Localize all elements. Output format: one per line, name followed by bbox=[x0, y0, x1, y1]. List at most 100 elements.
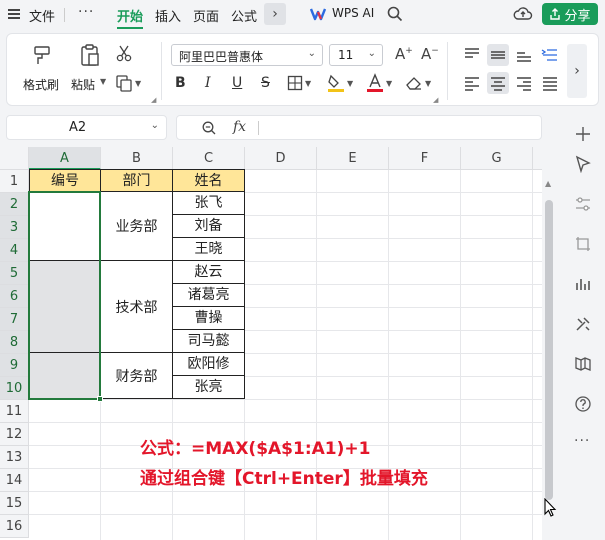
justify-button[interactable] bbox=[539, 72, 561, 94]
name-cell[interactable]: 欧阳修 bbox=[173, 353, 245, 376]
tools-icon[interactable] bbox=[574, 315, 592, 333]
row-header-3[interactable]: 3 bbox=[0, 216, 29, 239]
crop-icon[interactable] bbox=[574, 235, 592, 253]
row-header-6[interactable]: 6 bbox=[0, 285, 29, 308]
row-header-16[interactable]: 16 bbox=[0, 515, 29, 538]
more-options-icon[interactable]: ··· bbox=[574, 433, 590, 449]
name-cell[interactable]: 张飞 bbox=[173, 192, 245, 215]
chart-edit-icon[interactable] bbox=[574, 275, 592, 293]
cloud-sync-icon[interactable] bbox=[513, 5, 533, 23]
column-header-g[interactable]: G bbox=[461, 147, 533, 170]
align-top-button[interactable] bbox=[461, 44, 483, 66]
help-icon[interactable] bbox=[574, 395, 592, 413]
name-cell[interactable]: 刘备 bbox=[173, 215, 245, 238]
name-cell[interactable]: 赵云 bbox=[173, 261, 245, 284]
vertical-scrollbar[interactable]: ▲ bbox=[542, 147, 560, 540]
more-tabs-button[interactable]: › bbox=[264, 3, 286, 25]
name-cell[interactable]: 诸葛亮 bbox=[173, 284, 245, 307]
indent-button[interactable] bbox=[539, 44, 561, 66]
copy-icon[interactable] bbox=[115, 74, 133, 92]
row-header-8[interactable]: 8 bbox=[0, 331, 29, 354]
more-menu-icon[interactable]: ··· bbox=[78, 4, 94, 20]
align-right-button[interactable] bbox=[513, 72, 535, 94]
column-header-d[interactable]: D bbox=[245, 147, 317, 170]
borders-icon[interactable] bbox=[287, 75, 303, 91]
share-button[interactable]: 分享 bbox=[542, 3, 598, 25]
row-header-1[interactable]: 1 bbox=[0, 170, 29, 193]
borders-dropdown-icon[interactable]: ▼ bbox=[305, 79, 311, 88]
tab-page[interactable]: 页面 bbox=[193, 6, 219, 25]
column-header-e[interactable]: E bbox=[317, 147, 389, 170]
department-cell[interactable]: 业务部 bbox=[101, 192, 173, 261]
font-color-icon[interactable] bbox=[366, 73, 384, 93]
tab-insert[interactable]: 插入 bbox=[155, 6, 181, 25]
sliders-icon[interactable] bbox=[574, 195, 592, 213]
name-cell[interactable]: 曹操 bbox=[173, 307, 245, 330]
tab-home[interactable]: 开始 bbox=[117, 6, 143, 25]
fill-color-icon[interactable] bbox=[327, 73, 345, 93]
row-header-12[interactable]: 12 bbox=[0, 423, 29, 446]
align-center-button[interactable] bbox=[487, 72, 509, 94]
select-cursor-icon[interactable] bbox=[574, 155, 592, 173]
formula-bar[interactable]: fx bbox=[176, 115, 542, 140]
cut-icon[interactable] bbox=[115, 44, 133, 62]
column-header-a[interactable]: A bbox=[29, 147, 101, 170]
chevron-down-icon[interactable]: ⌄ bbox=[151, 120, 159, 131]
italic-button[interactable]: I bbox=[205, 75, 211, 91]
format-painter-icon[interactable] bbox=[31, 44, 53, 66]
font-size-select[interactable]: 11 ⌄ bbox=[329, 44, 383, 66]
cell-a2-merged[interactable] bbox=[29, 192, 101, 261]
row-header-14[interactable]: 14 bbox=[0, 469, 29, 492]
align-left-button[interactable] bbox=[461, 72, 483, 94]
bold-button[interactable]: B bbox=[175, 75, 186, 91]
font-launcher-icon[interactable]: ◢ bbox=[433, 96, 438, 104]
clear-dropdown-icon[interactable]: ▼ bbox=[425, 79, 431, 88]
zoom-formula-icon[interactable] bbox=[201, 120, 217, 136]
ribbon-expand-button[interactable]: › bbox=[567, 44, 587, 98]
header-cell-department[interactable]: 部门 bbox=[101, 169, 173, 192]
paste-label[interactable]: 粘贴 bbox=[71, 76, 95, 93]
font-color-dropdown-icon[interactable]: ▼ bbox=[386, 79, 392, 88]
map-book-icon[interactable] bbox=[574, 355, 592, 373]
scroll-up-icon[interactable]: ▲ bbox=[545, 179, 551, 188]
underline-button[interactable]: U bbox=[232, 75, 242, 91]
cell-a5-merged[interactable] bbox=[29, 261, 101, 353]
grow-font-button[interactable]: A+ bbox=[395, 45, 413, 63]
scrollbar-thumb[interactable] bbox=[545, 200, 553, 500]
name-cell[interactable]: 司马懿 bbox=[173, 330, 245, 353]
align-bottom-button[interactable] bbox=[513, 44, 535, 66]
insert-function-button[interactable]: fx bbox=[233, 119, 246, 135]
spreadsheet-grid[interactable]: A B C D E F G 1 2 3 4 5 6 7 8 9 10 11 12… bbox=[0, 147, 542, 540]
column-header-b[interactable]: B bbox=[101, 147, 173, 170]
wps-ai-button[interactable]: WPS AI bbox=[332, 6, 374, 20]
column-header-h[interactable] bbox=[533, 147, 542, 170]
row-header-7[interactable]: 7 bbox=[0, 308, 29, 331]
tab-formula[interactable]: 公式 bbox=[231, 6, 257, 25]
shrink-font-button[interactable]: A− bbox=[421, 45, 439, 63]
name-box[interactable]: A2 ⌄ bbox=[6, 115, 167, 140]
header-cell-name[interactable]: 姓名 bbox=[173, 169, 245, 192]
fill-handle[interactable] bbox=[97, 396, 103, 402]
header-cell-id[interactable]: 编号 bbox=[29, 169, 101, 192]
font-name-select[interactable]: 阿里巴巴普惠体 ⌄ bbox=[171, 44, 323, 66]
align-middle-button[interactable] bbox=[487, 44, 509, 66]
paste-icon[interactable] bbox=[79, 43, 101, 67]
cell-a9-merged[interactable] bbox=[29, 353, 101, 399]
department-cell[interactable]: 技术部 bbox=[101, 261, 173, 353]
row-header-5[interactable]: 5 bbox=[0, 262, 29, 285]
name-cell[interactable]: 王晓 bbox=[173, 238, 245, 261]
row-header-15[interactable]: 15 bbox=[0, 492, 29, 515]
column-header-c[interactable]: C bbox=[173, 147, 245, 170]
row-header-10[interactable]: 10 bbox=[0, 377, 29, 400]
hamburger-menu-icon[interactable] bbox=[8, 9, 20, 19]
menu-file[interactable]: 文件 bbox=[29, 6, 55, 25]
fill-color-dropdown-icon[interactable]: ▼ bbox=[347, 79, 353, 88]
paste-dropdown-icon[interactable]: ▼ bbox=[100, 77, 106, 86]
row-header-4[interactable]: 4 bbox=[0, 239, 29, 262]
row-header-9[interactable]: 9 bbox=[0, 354, 29, 377]
column-header-f[interactable]: F bbox=[389, 147, 461, 170]
clipboard-launcher-icon[interactable]: ◢ bbox=[151, 96, 156, 104]
panel-expand-icon[interactable] bbox=[574, 125, 592, 143]
copy-dropdown-icon[interactable]: ▼ bbox=[135, 79, 141, 88]
strikethrough-button[interactable]: S bbox=[261, 75, 270, 91]
